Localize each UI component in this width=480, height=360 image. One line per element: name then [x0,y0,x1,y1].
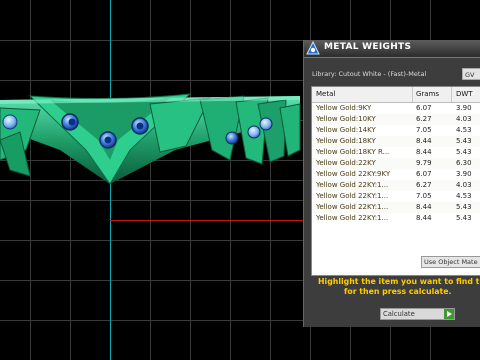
cell-grams: 8.44 [416,148,432,156]
column-header-dwt[interactable]: DWT [456,90,473,98]
cell-dwt: 5.43 [456,148,472,156]
cell-dwt: 4.03 [456,181,472,189]
cell-metal: Yellow Gold:14KY [316,126,376,134]
cell-metal: Yellow Gold:22KY [316,159,376,167]
table-row[interactable]: Yellow Gold:14KY 7.05 4.53 [312,125,480,136]
table-row[interactable]: Yellow Gold:18KY 8.44 5.43 [312,136,480,147]
cell-dwt: 4.53 [456,126,472,134]
cell-dwt: 5.43 [456,203,472,211]
table-row[interactable]: Yellow Gold:9KY 6.07 3.90 [312,103,480,114]
cell-metal: Yellow Gold 22KY:1... [316,214,389,222]
table-row[interactable]: Yellow Gold:18KY R... 8.44 5.43 [312,147,480,158]
cell-dwt: 4.53 [456,192,472,200]
cell-dwt: 6.30 [456,159,472,167]
cell-metal: Yellow Gold:9KY [316,104,372,112]
app-logo-icon [306,41,320,55]
cell-metal: Yellow Gold 22KY:1... [316,181,389,189]
cell-grams: 7.05 [416,192,432,200]
cell-metal: Yellow Gold 22KY:1... [316,192,389,200]
cell-grams: 9.79 [416,159,432,167]
metal-table[interactable]: Metal Grams DWT Yellow Gold:9KY 6.07 3.90 Y… [311,86,480,276]
library-label: Library: Cutout White - (Fast)-Metal [312,70,427,78]
cell-dwt: 4.03 [456,115,472,123]
cell-dwt: 3.90 [456,104,472,112]
cell-dwt: 5.43 [456,137,472,145]
cell-grams: 6.07 [416,170,432,178]
instruction-line-2: for then press calculate. [344,287,452,296]
table-row[interactable]: Yellow Gold:10KY 6.27 4.03 [312,114,480,125]
table-row[interactable]: Yellow Gold 22KY:9KY 6.07 3.90 [312,169,480,180]
cell-metal: Yellow Gold:10KY [316,115,376,123]
cell-grams: 6.07 [416,104,432,112]
table-row[interactable]: Yellow Gold 22KY:1... 8.44 5.43 [312,213,480,224]
cell-grams: 6.27 [416,115,432,123]
column-header-grams[interactable]: Grams [416,90,439,98]
cell-metal: Yellow Gold 22KY:1... [316,203,389,211]
cell-grams: 7.05 [416,126,432,134]
column-header-metal[interactable]: Metal [316,90,335,98]
cell-metal: Yellow Gold:18KY [316,137,376,145]
calculate-dropdown[interactable]: Calculate [380,308,455,320]
cell-metal: Yellow Gold 22KY:9KY [316,170,391,178]
metal-weights-panel: METAL WEIGHTS Library: Cutout White - (F… [303,40,480,327]
table-row[interactable]: Yellow Gold:22KY 9.79 6.30 [312,158,480,169]
table-row[interactable]: Yellow Gold 22KY:1... 7.05 4.53 [312,191,480,202]
instruction-line-1: Highlight the item you want to find the [318,277,480,286]
table-header: Metal Grams DWT [312,87,480,103]
calculate-go-icon[interactable] [444,309,454,319]
cell-metal: Yellow Gold:18KY R... [316,148,390,156]
panel-title: METAL WEIGHTS [324,42,412,52]
panel-title-bar[interactable]: METAL WEIGHTS [304,40,480,58]
library-view-button[interactable]: GV [462,68,480,80]
table-row[interactable]: Yellow Gold 22KY:1... 8.44 5.43 [312,202,480,213]
cell-grams: 8.44 [416,214,432,222]
library-view-button-label: GV [465,71,475,79]
cell-grams: 8.44 [416,137,432,145]
calculate-label: Calculate [383,310,415,318]
instruction-message: Highlight the item you want to find the … [318,277,480,297]
cell-dwt: 5.43 [456,214,472,222]
cell-dwt: 3.90 [456,170,472,178]
use-object-material-button[interactable]: Use Object Mate [421,256,480,268]
table-row[interactable]: Yellow Gold 22KY:1... 6.27 4.03 [312,180,480,191]
cell-grams: 6.27 [416,181,432,189]
cell-grams: 8.44 [416,203,432,211]
